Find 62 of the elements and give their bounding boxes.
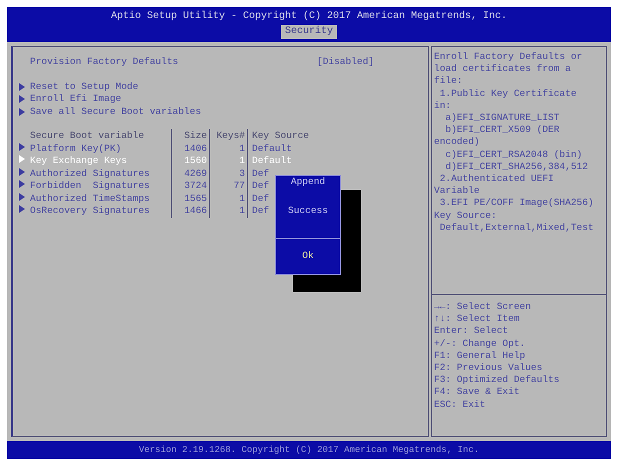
key-hint: ↑↓: Select Item	[434, 313, 521, 326]
key-hint: F2: Previous Values	[434, 362, 544, 374]
size-cell: 1560	[176, 154, 210, 168]
size-cell: 1565	[176, 192, 210, 206]
size-cell: 4269	[176, 166, 210, 181]
key-hint: Enter: Select	[434, 325, 510, 338]
size-cell: 1466	[176, 204, 210, 218]
column-header: Keys#	[210, 129, 248, 144]
dialog-title: Append	[290, 176, 326, 188]
help-text: d)EFI_CERT_SHA256,384,512	[444, 160, 589, 174]
column-header: Secure Boot variable	[30, 129, 172, 144]
variable-name[interactable]: Authorized Signatures	[30, 166, 172, 181]
key-source-cell-text: Default	[251, 142, 292, 156]
key-source-cell-text: Def	[251, 192, 270, 206]
help-text: Enroll Factory Defaults or	[434, 51, 584, 64]
footer-bar: Version 2.19.1268. Copyright (C) 2017 American Megatrends, Inc.	[7, 441, 611, 459]
tab[interactable]: Security	[280, 25, 337, 39]
keys-cell: 1	[210, 192, 248, 206]
size-cell: 3724	[176, 179, 210, 194]
menu-item[interactable]: Enroll Efi Image	[30, 92, 122, 106]
key-hint: +/-: Change Opt.	[434, 338, 526, 350]
keys-cell: 1	[210, 154, 248, 168]
menu-item[interactable]: Save all Secure Boot variables	[30, 104, 202, 119]
ok-button[interactable]: Ok	[276, 239, 340, 274]
key-source-cell-text: Def	[251, 166, 270, 181]
column-header: Size	[176, 129, 210, 144]
key-hint: F1: General Help	[434, 350, 526, 362]
keys-cell: 77	[210, 179, 248, 194]
help-text: c)EFI_CERT_RSA2048 (bin)	[444, 148, 584, 161]
keys-cell: 3	[210, 166, 248, 181]
help-text: b)EFI_CERT_X509 (DER	[444, 124, 560, 136]
help-text: 2.Authenticated UEFI	[438, 173, 555, 186]
help-text: 3.EFI PE/COFF Image(SHA256)	[438, 197, 595, 210]
key-source-cell-text: Def	[251, 204, 270, 218]
key-hint: →←: Select Screen	[434, 301, 532, 314]
help-text: encoded)	[434, 136, 481, 149]
key-hint: F4: Save & Exit	[434, 386, 521, 399]
keys-cell: 1	[210, 204, 248, 218]
setting-label[interactable]: Provision Factory Defaults	[19, 55, 317, 70]
dialog-message: Success	[276, 188, 340, 240]
key-hint: ESC: Exit	[434, 398, 486, 411]
help-text: Default,External,Mixed,Test	[438, 222, 595, 234]
help-text: 1.Public Key Certificate	[438, 88, 578, 100]
window-title: Aptio Setup Utility - Copyright (C) 2017 American Megatrends, Inc.	[110, 11, 508, 23]
variable-name[interactable]: OsRecovery Signatures	[30, 204, 172, 218]
variable-name[interactable]: Platform Key(PK)	[30, 142, 172, 156]
key-hint: F3: Optimized Defaults	[434, 374, 560, 386]
help-text: file:	[434, 75, 464, 88]
menu-item[interactable]: Reset to Setup Mode	[30, 80, 138, 94]
help-text: in:	[434, 100, 452, 112]
help-text: Key Source:	[434, 210, 498, 222]
variable-name[interactable]: Authorized TimeStamps	[30, 192, 172, 206]
help-text: a)EFI_SIGNATURE_LIST	[444, 112, 560, 124]
key-source-cell-text: Def	[251, 179, 270, 194]
column-header: Key Source	[251, 129, 310, 144]
help-text: Variable	[434, 185, 481, 198]
help-text: load certificates from a	[434, 63, 572, 76]
size-cell: 1406	[176, 142, 210, 156]
setting-value[interactable]: [Disabled]	[317, 55, 374, 70]
keys-cell: 1	[210, 142, 248, 156]
key-source-cell-text: Default	[251, 154, 292, 168]
variable-name[interactable]: Forbidden Signatures	[30, 179, 172, 194]
